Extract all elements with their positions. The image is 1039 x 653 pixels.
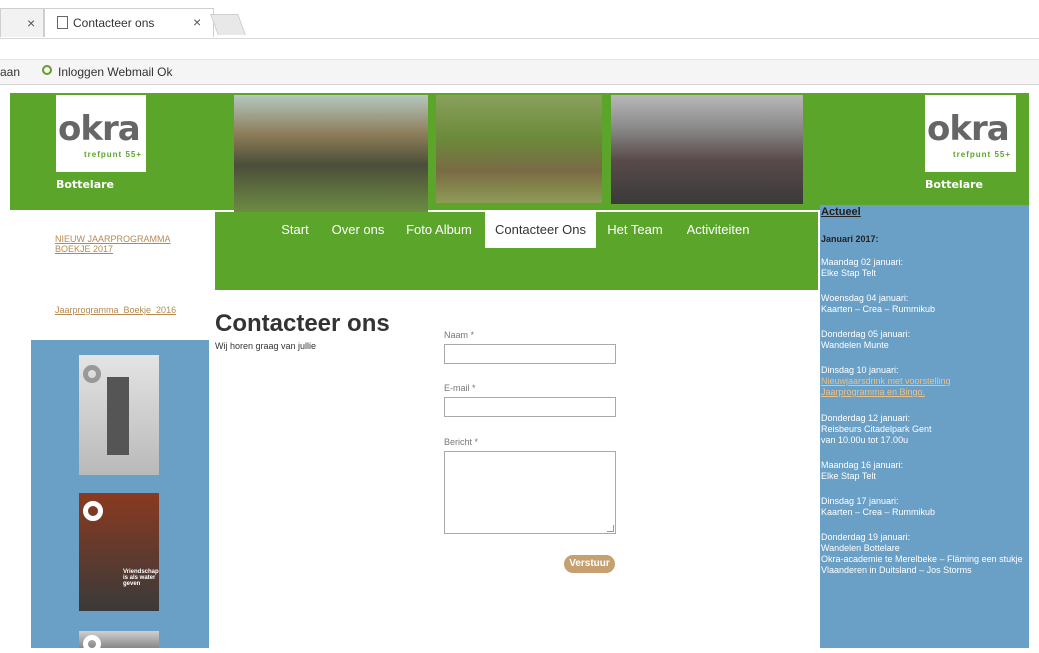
event-line: Wandelen Bottelare: [821, 543, 900, 553]
magazine-cover-2[interactable]: Vriendschap is als water geven: [79, 493, 159, 611]
okra-o-icon: [83, 635, 101, 653]
event-line: Elke Stap Telt: [821, 471, 876, 481]
message-textarea[interactable]: [444, 451, 616, 534]
event-line: Kaarten – Crea – Rummikub: [821, 304, 936, 314]
browser-tab-previous[interactable]: ×: [0, 8, 44, 37]
resize-handle-icon[interactable]: [607, 525, 614, 532]
browser-tab-bar: × Contacteer ons ×: [0, 0, 1039, 39]
news-event: Woensdag 04 januari: Kaarten – Crea – Ru…: [821, 293, 1026, 315]
tab-title: Contacteer ons: [73, 16, 155, 30]
event-date: Donderdag 12 januari:: [821, 413, 911, 423]
sidebar-link-2017[interactable]: NIEUW JAARPROGRAMMA BOEKJE 2017: [55, 234, 185, 254]
magazine-panel: Vriendschap is als water geven: [31, 340, 209, 653]
nav-start[interactable]: Start: [277, 212, 313, 248]
news-event: Maandag 02 januari: Elke Stap Telt: [821, 257, 1026, 279]
news-event: Donderdag 05 januari: Wandelen Munte: [821, 329, 1026, 351]
name-input[interactable]: [444, 344, 616, 364]
event-line: Wandelen Munte: [821, 340, 889, 350]
group-photo-3: [611, 95, 803, 204]
logo-sub: trefpunt 55+: [953, 150, 1012, 159]
event-date: Donderdag 05 januari:: [821, 329, 911, 339]
news-panel: Actueel Januari 2017: Maandag 02 januari…: [820, 205, 1029, 648]
event-date: Maandag 16 januari:: [821, 460, 904, 470]
logo-word: okra: [927, 109, 1010, 149]
bookmark-webmail[interactable]: Inloggen Webmail Ok: [58, 65, 173, 79]
logo-word: okra: [58, 109, 141, 149]
page-subtitle: Wij horen graag van jullie: [215, 341, 317, 351]
news-event: Maandag 16 januari: Elke Stap Telt: [821, 460, 1026, 482]
page-icon: [57, 16, 68, 29]
message-label: Bericht *: [444, 437, 479, 447]
bookmark-item[interactable]: aan: [0, 65, 20, 79]
sidebar-link-2016[interactable]: Jaarprogramma_Boekje_2016: [55, 305, 176, 315]
event-date: Woensdag 04 januari:: [821, 293, 909, 303]
news-event: Donderdag 12 januari: Reisbeurs Citadelp…: [821, 413, 1026, 446]
event-date: Dinsdag 10 januari:: [821, 365, 899, 375]
close-tab-icon[interactable]: ×: [27, 15, 35, 31]
new-tab-button[interactable]: [210, 14, 246, 35]
news-event: Donderdag 19 januari: Wandelen Bottelare…: [821, 532, 1026, 576]
nav-contacteer-ons[interactable]: Contacteer Ons: [485, 212, 596, 248]
event-date: Maandag 02 januari:: [821, 257, 904, 267]
okra-logo-left[interactable]: okra trefpunt 55+: [56, 95, 146, 172]
event-date: Dinsdag 17 januari:: [821, 496, 899, 506]
event-line: Kaarten – Crea – Rummikub: [821, 507, 936, 517]
location-label-right: Bottelare: [925, 178, 983, 191]
news-title: Actueel: [821, 206, 861, 218]
cover-caption: Vriendschap is als water geven: [123, 569, 159, 587]
news-event: Dinsdag 10 januari: Nieuwjaarsdrink met …: [821, 365, 981, 398]
okra-o-icon: [83, 501, 103, 521]
okra-logo-right[interactable]: okra trefpunt 55+: [925, 95, 1016, 172]
nav-het-team[interactable]: Het Team: [605, 212, 665, 248]
group-photo-2: [436, 95, 602, 203]
name-label: Naam *: [444, 330, 475, 340]
nav-activiteiten[interactable]: Activiteiten: [683, 212, 753, 248]
nav-over-ons[interactable]: Over ons: [329, 212, 387, 248]
email-label: E-mail *: [444, 383, 476, 393]
address-bar[interactable]: [0, 39, 1039, 60]
magazine-cover-3[interactable]: [79, 631, 159, 653]
event-line: Reisbeurs Citadelpark Gent: [821, 424, 932, 434]
event-date: Donderdag 19 januari:: [821, 532, 911, 542]
nav-band: Start Over ons Foto Album Contacteer Ons…: [215, 212, 818, 290]
nav-foto-album[interactable]: Foto Album: [403, 212, 475, 248]
news-month: Januari 2017:: [821, 234, 879, 244]
event-line: van 10.00u tot 17.00u: [821, 435, 909, 445]
logo-sub: trefpunt 55+: [84, 150, 143, 159]
close-tab-icon[interactable]: ×: [193, 14, 201, 30]
news-event: Dinsdag 17 januari: Kaarten – Crea – Rum…: [821, 496, 1026, 518]
cover-figure: [107, 377, 129, 455]
page-title: Contacteer ons: [215, 310, 390, 337]
browser-tab-active[interactable]: Contacteer ons ×: [44, 8, 214, 37]
event-link[interactable]: Nieuwjaarsdrink met voorstelling Jaarpro…: [821, 376, 951, 397]
bookmarks-bar: aan Inloggen Webmail Ok: [0, 60, 1039, 85]
okra-o-icon: [83, 365, 101, 383]
location-label-left: Bottelare: [56, 178, 114, 191]
webmail-icon: [42, 65, 52, 75]
group-photo-1: [234, 95, 428, 212]
magazine-cover-1[interactable]: [79, 355, 159, 475]
event-line: Okra-academie te Merelbeke – Fläming een…: [821, 554, 1023, 575]
event-line: Elke Stap Telt: [821, 268, 876, 278]
submit-button[interactable]: Verstuur: [564, 555, 615, 573]
email-input[interactable]: [444, 397, 616, 417]
